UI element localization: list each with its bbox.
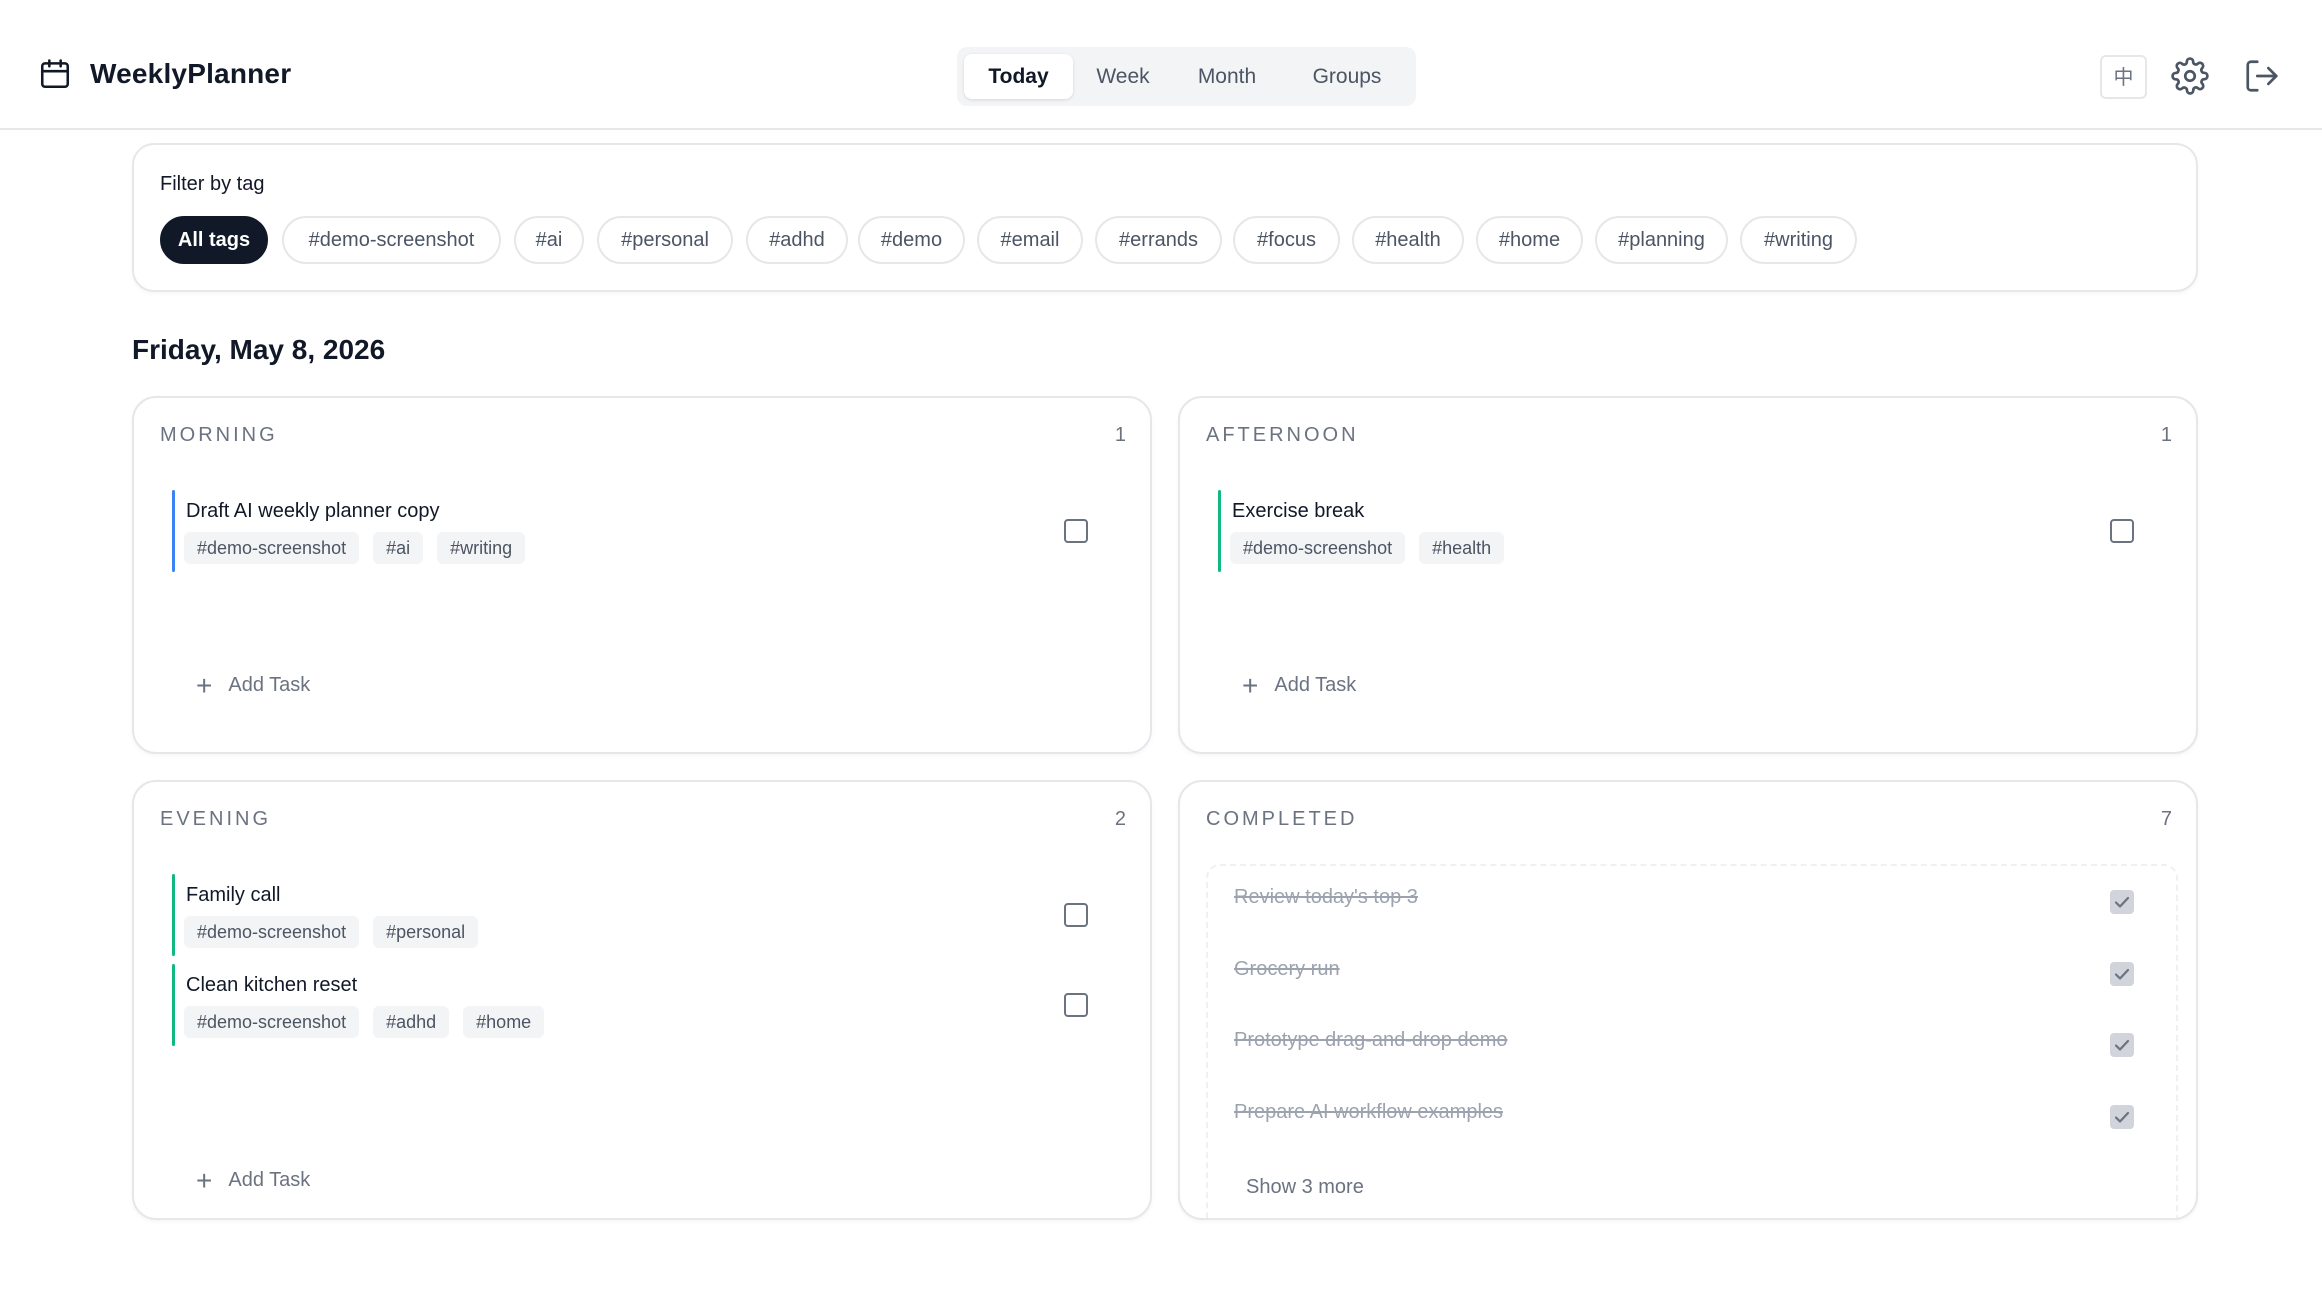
plus-icon: + (196, 669, 213, 701)
section-title: EVENING (160, 808, 272, 830)
section-count: 1 (1114, 424, 1126, 446)
section-count: 1 (2160, 424, 2172, 446)
task-tags: #demo-screenshot #personal (184, 916, 492, 948)
chip-home[interactable]: #home (1476, 216, 1583, 264)
task-tag: #health (1419, 532, 1505, 564)
section-evening: EVENING 2 Family call #demo-screenshot #… (132, 780, 1152, 1220)
task-tags: #demo-screenshot #ai #writing (184, 532, 539, 564)
completed-checkbox[interactable] (2110, 962, 2134, 986)
filter-label: Filter by tag (160, 173, 265, 195)
chip-ai[interactable]: #ai (514, 216, 584, 264)
completed-checkbox[interactable] (2110, 890, 2134, 914)
task-title: Exercise break (1232, 500, 1365, 522)
app-title: WeeklyPlanner (90, 58, 292, 89)
chip-planning[interactable]: #planning (1595, 216, 1728, 264)
section-morning: MORNING 1 Draft AI weekly planner copy #… (132, 396, 1152, 754)
task-accent-bar (172, 490, 175, 572)
section-title: AFTERNOON (1206, 424, 1359, 446)
chip-health[interactable]: #health (1352, 216, 1464, 264)
checkmark-icon (2114, 968, 2130, 980)
tab-week[interactable]: Week (1077, 54, 1169, 99)
task-tag: #demo-screenshot (184, 916, 360, 948)
task-tags: #demo-screenshot #health (1230, 532, 1518, 564)
completed-task-title[interactable]: Prepare AI workflow examples (1234, 1101, 1503, 1124)
checkmark-icon (2114, 1111, 2130, 1123)
task-title: Draft AI weekly planner copy (186, 500, 440, 522)
logout-button[interactable] (2243, 57, 2281, 95)
show-more-button[interactable]: Show 3 more (1246, 1176, 1364, 1199)
task-accent-bar (172, 874, 175, 956)
section-completed: COMPLETED 7 Review today's top 3 Grocery… (1178, 780, 2198, 1220)
section-title: COMPLETED (1206, 808, 1358, 830)
completed-task-title[interactable]: Grocery run (1234, 958, 1340, 981)
task-item[interactable]: Family call #demo-screenshot #personal (172, 874, 1112, 956)
tab-groups[interactable]: Groups (1285, 54, 1409, 99)
task-checkbox[interactable] (1064, 903, 1088, 927)
language-toggle-button[interactable]: 中 (2100, 55, 2147, 99)
task-tag: #personal (373, 916, 479, 948)
task-tag: #demo-screenshot (184, 532, 360, 564)
chip-adhd[interactable]: #adhd (746, 216, 848, 264)
task-accent-bar (1218, 490, 1221, 572)
completed-list: Review today's top 3 Grocery run Prototy… (1206, 864, 2178, 1218)
task-checkbox[interactable] (1064, 519, 1088, 543)
add-task-label: Add Task (228, 1169, 311, 1191)
section-count: 2 (1114, 808, 1126, 830)
date-heading: Friday, May 8, 2026 (132, 334, 386, 365)
calendar-icon (40, 59, 70, 89)
logout-icon (2246, 60, 2278, 92)
task-item[interactable]: Draft AI weekly planner copy #demo-scree… (172, 490, 1112, 572)
completed-checkbox[interactable] (2110, 1033, 2134, 1057)
task-title: Family call (186, 884, 281, 906)
chip-personal[interactable]: #personal (597, 216, 733, 264)
chip-email[interactable]: #email (977, 216, 1083, 264)
task-tag: #ai (373, 532, 424, 564)
task-checkbox[interactable] (1064, 993, 1088, 1017)
task-title: Clean kitchen reset (186, 974, 358, 996)
add-task-button[interactable]: + Add Task (196, 1164, 311, 1196)
completed-task-title[interactable]: Review today's top 3 (1234, 886, 1418, 909)
view-tabs: Today Week Month Groups (957, 47, 1416, 106)
task-tag: #demo-screenshot (1230, 532, 1406, 564)
section-afternoon: AFTERNOON 1 Exercise break #demo-screens… (1178, 396, 2198, 754)
task-tags: #demo-screenshot #adhd #home (184, 1006, 558, 1038)
chip-demo[interactable]: #demo (858, 216, 965, 264)
tab-today[interactable]: Today (964, 54, 1073, 99)
completed-checkbox[interactable] (2110, 1105, 2134, 1129)
task-tag: #writing (437, 532, 526, 564)
section-count: 7 (2160, 808, 2172, 830)
task-accent-bar (172, 964, 175, 1046)
tag-filter-card: Filter by tag All tags #demo-screenshot … (132, 143, 2198, 292)
task-item[interactable]: Clean kitchen reset #demo-screenshot #ad… (172, 964, 1112, 1046)
add-task-button[interactable]: + Add Task (196, 669, 311, 701)
brand[interactable]: WeeklyPlanner (38, 57, 291, 91)
tab-month[interactable]: Month (1173, 54, 1281, 99)
task-tag: #demo-screenshot (184, 1006, 360, 1038)
add-task-label: Add Task (1274, 674, 1357, 696)
top-bar: WeeklyPlanner Today Week Month Groups 中 (0, 0, 2322, 130)
chip-all-tags[interactable]: All tags (160, 216, 268, 264)
task-tag: #adhd (373, 1006, 450, 1038)
chip-writing[interactable]: #writing (1740, 216, 1857, 264)
task-checkbox[interactable] (2110, 519, 2134, 543)
settings-button[interactable] (2171, 57, 2209, 95)
task-tag: #home (463, 1006, 545, 1038)
completed-task-title[interactable]: Prototype drag-and-drop demo (1234, 1029, 1508, 1052)
add-task-label: Add Task (228, 674, 311, 696)
checkmark-icon (2114, 1039, 2130, 1051)
section-title: MORNING (160, 424, 278, 446)
chip-errands[interactable]: #errands (1095, 216, 1222, 264)
checkmark-icon (2114, 896, 2130, 908)
chip-demo-screenshot[interactable]: #demo-screenshot (282, 216, 501, 264)
chip-focus[interactable]: #focus (1233, 216, 1340, 264)
task-item[interactable]: Exercise break #demo-screenshot #health (1218, 490, 2158, 572)
plus-icon: + (1242, 669, 1259, 701)
settings-gear-icon (2171, 57, 2209, 95)
plus-icon: + (196, 1164, 213, 1196)
add-task-button[interactable]: + Add Task (1242, 669, 1357, 701)
